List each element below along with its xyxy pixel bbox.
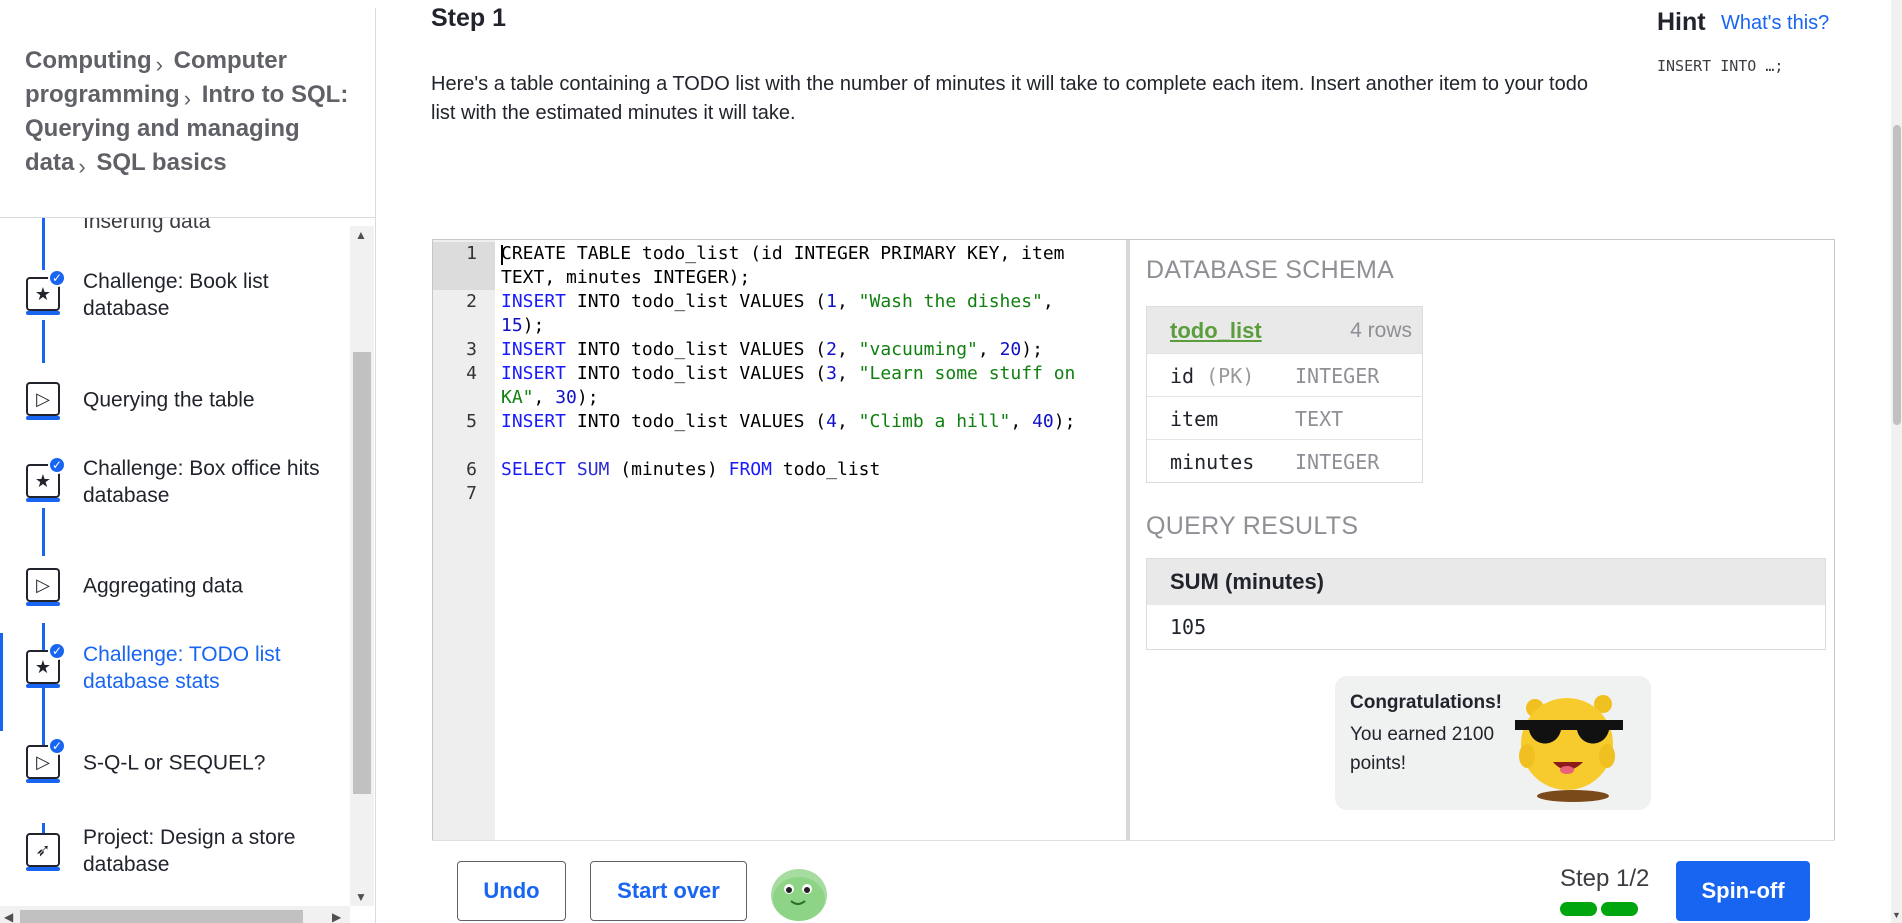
column-name: id — [1170, 364, 1195, 388]
chevron-right-icon: › — [78, 154, 86, 179]
row-count: 4 rows — [1350, 319, 1412, 342]
column-name: item — [1170, 407, 1219, 431]
line-number: 2 — [466, 291, 477, 312]
play-icon: ▷ — [26, 382, 60, 420]
lesson-item[interactable]: ➶ Project: Design a store database — [0, 816, 350, 886]
congrats-message: You earned 2100 points! — [1350, 724, 1495, 774]
hint-code: INSERT INTO …; — [1657, 57, 1784, 75]
lesson-item[interactable]: ▷ Querying the table — [0, 365, 350, 435]
column-name: minutes — [1170, 450, 1255, 474]
active-indicator — [0, 633, 3, 731]
progress-segment — [1601, 902, 1638, 916]
breadcrumb-link[interactable]: SQL basics — [96, 149, 226, 176]
line-number-gutter: 1 2 3 4 5 6 7 — [433, 240, 495, 840]
lesson-label: Aggregating data — [83, 574, 243, 598]
checkmark-icon: ✓ — [48, 456, 66, 474]
results-table: SUM (minutes) 105 — [1146, 558, 1826, 650]
workspace: 1 2 3 4 5 6 7 CREATE TABLE todo_list (id… — [432, 239, 1835, 923]
line-number: 7 — [466, 483, 477, 504]
bottom-toolbar: Undo Start over Step 1/2 Spin-off — [432, 840, 1835, 923]
code-editor[interactable]: 1 2 3 4 5 6 7 CREATE TABLE todo_list (id… — [433, 240, 1130, 840]
sidebar-vertical-scrollbar[interactable]: ▲ ▼ — [350, 226, 374, 906]
code-line[interactable]: INSERT INTO todo_list VALUES (2, "vacuum… — [501, 338, 1043, 362]
results-header: SUM (minutes) — [1147, 559, 1825, 605]
line-number: 6 — [466, 459, 477, 480]
whats-this-link[interactable]: What's this? — [1721, 12, 1829, 35]
progress-segment — [1560, 902, 1597, 916]
line-number: 4 — [466, 363, 477, 384]
lesson-label: Challenge: Box office hits database — [83, 457, 320, 507]
breadcrumb: Computing › Computer programming › Intro t… — [25, 44, 355, 180]
lesson-label: Challenge: Book list database — [83, 270, 269, 320]
code-line[interactable]: INSERT INTO todo_list VALUES (3, "Learn … — [501, 362, 1075, 410]
list-item[interactable]: Inserting data — [83, 218, 210, 234]
scroll-left-icon[interactable]: ◀ — [4, 910, 13, 923]
schema-row: id (PK) INTEGER — [1147, 353, 1422, 396]
undo-button[interactable]: Undo — [457, 861, 566, 921]
spin-off-button[interactable]: Spin-off — [1676, 861, 1810, 921]
sidebar: Computing › Computer programming › Intro t… — [0, 8, 376, 923]
scroll-thumb[interactable] — [353, 352, 371, 794]
lesson-item[interactable]: ▷ Aggregating data — [0, 551, 350, 621]
checkmark-icon: ✓ — [48, 269, 66, 287]
chevron-right-icon: › — [183, 86, 192, 111]
pk-label: (PK) — [1206, 364, 1255, 388]
lesson-label: Project: Design a store database — [83, 826, 296, 876]
checkmark-icon: ✓ — [48, 642, 66, 660]
schema-row: minutes INTEGER — [1147, 439, 1422, 482]
code-line[interactable]: SELECT SUM (minutes) FROM todo_list — [501, 458, 880, 482]
code-line[interactable]: INSERT INTO todo_list VALUES (1, "Wash t… — [501, 290, 1054, 338]
step-title: Step 1 — [431, 4, 507, 32]
scroll-down-icon[interactable]: ▼ — [1892, 910, 1901, 920]
code-line[interactable]: CREATE TABLE todo_list (id INTEGER PRIMA… — [501, 242, 1065, 290]
lesson-item[interactable]: ★ ✓ Challenge: Box office hits database — [0, 447, 350, 517]
checkmark-icon: ✓ — [48, 737, 66, 755]
step-counter: Step 1/2 — [1560, 865, 1650, 892]
line-number: 3 — [466, 339, 477, 360]
rocket-icon: ➶ — [26, 833, 60, 871]
schema-title: DATABASE SCHEMA — [1146, 256, 1395, 284]
lesson-item-active[interactable]: ★ ✓ Challenge: TODO list database stats — [0, 633, 350, 703]
line-number: 1 — [433, 242, 495, 290]
lesson-label: Challenge: TODO list database stats — [83, 643, 281, 693]
scroll-right-icon[interactable]: ▶ — [332, 910, 341, 923]
lesson-label: Querying the table — [83, 388, 255, 412]
schema-table: todo_list 4 rows id (PK) INTEGER item TE… — [1146, 306, 1423, 483]
start-over-button[interactable]: Start over — [590, 861, 747, 921]
congrats-card: Congratulations! You earned 2100 points! — [1335, 676, 1651, 810]
hint-title: Hint — [1657, 8, 1706, 36]
scroll-up-icon[interactable]: ▲ — [355, 228, 367, 242]
page-scrollbar[interactable]: ▼ — [1891, 0, 1902, 923]
lesson-list: Inserting data ★ ✓ Challenge: Book list … — [0, 218, 350, 904]
mascot-sunglasses-icon — [1515, 695, 1623, 802]
lesson-item[interactable]: ★ ✓ Challenge: Book list database — [0, 260, 350, 330]
line-number: 5 — [466, 411, 477, 432]
column-type: TEXT — [1295, 407, 1344, 431]
lesson-item[interactable]: ▷ ✓ S-Q-L or SEQUEL? — [0, 728, 350, 798]
schema-header: todo_list 4 rows — [1147, 307, 1422, 353]
scroll-thumb[interactable] — [1893, 125, 1901, 425]
sidebar-horizontal-scrollbar[interactable]: ◀ ▶ — [0, 906, 350, 923]
step-progress — [1560, 902, 1640, 916]
play-icon: ▷ — [26, 568, 60, 606]
results-cell: 105 — [1170, 615, 1207, 639]
congrats-title: Congratulations! — [1350, 692, 1502, 713]
scroll-thumb[interactable] — [20, 910, 303, 923]
code-line[interactable]: INSERT INTO todo_list VALUES (4, "Climb … — [501, 410, 1075, 434]
column-type: INTEGER — [1295, 450, 1380, 474]
scroll-down-icon[interactable]: ▼ — [355, 890, 367, 904]
results-title: QUERY RESULTS — [1146, 512, 1359, 540]
column-type: INTEGER — [1295, 364, 1380, 388]
breadcrumb-link[interactable]: Computing — [25, 47, 152, 74]
lesson-label: S-Q-L or SEQUEL? — [83, 751, 266, 775]
step-instructions: Here's a table containing a TODO list wi… — [431, 73, 1588, 124]
chevron-right-icon: › — [155, 52, 163, 77]
avatar-icon[interactable] — [769, 865, 829, 923]
table-name-link[interactable]: todo_list — [1170, 318, 1262, 344]
schema-row: item TEXT — [1147, 396, 1422, 439]
